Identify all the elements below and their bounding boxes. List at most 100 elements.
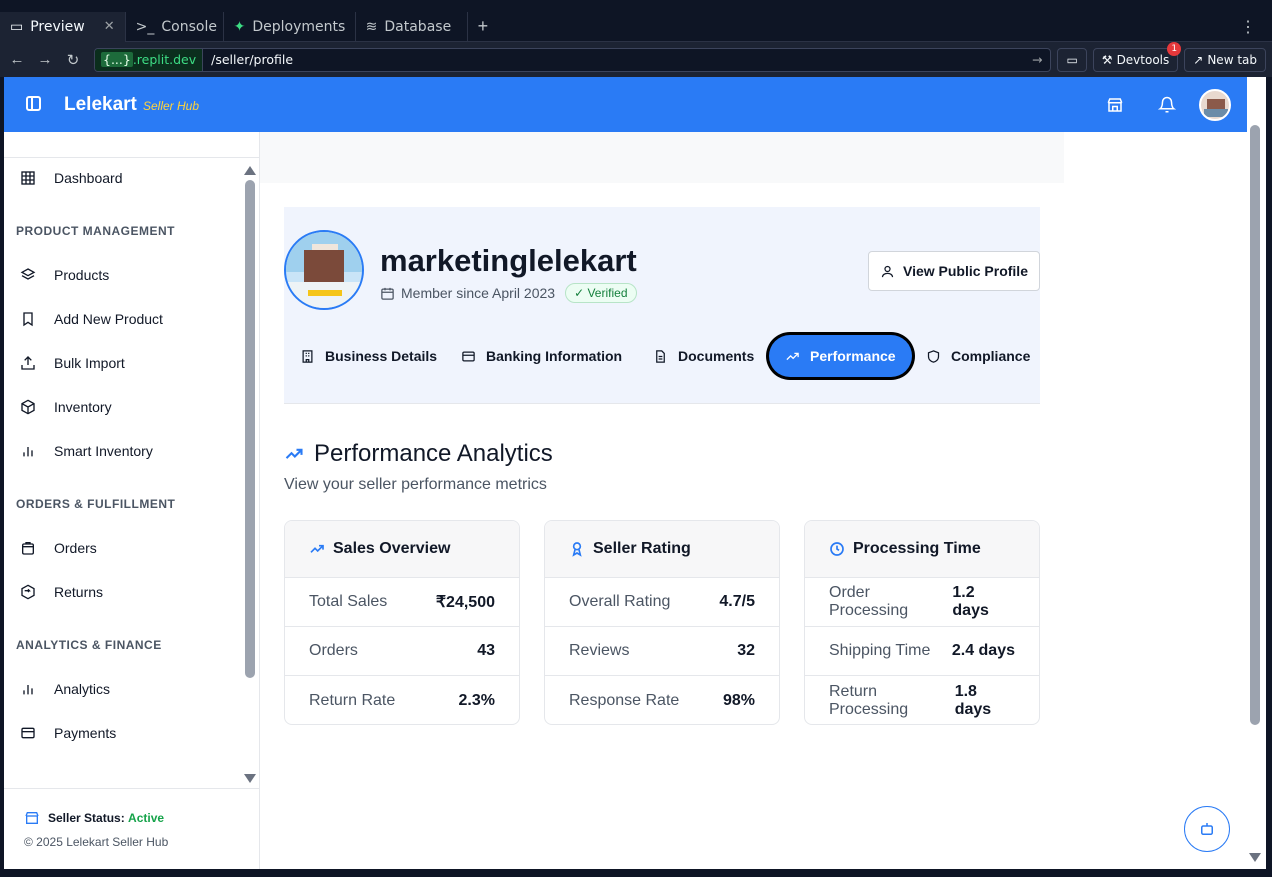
metric-label: Reviews	[569, 642, 630, 659]
card-seller-rating: Seller Rating Overall Rating 4.7/5 Review…	[544, 520, 780, 725]
sidebar-toggle-icon[interactable]	[26, 96, 41, 111]
member-since: Member since April 2023 ✓ Verified	[380, 283, 637, 303]
status-badge: Active	[128, 811, 165, 825]
main-scrollbar[interactable]	[1249, 125, 1261, 865]
metric-value: 32	[737, 642, 755, 659]
sidebar-item-label: Orders	[54, 540, 97, 556]
avatar[interactable]	[1199, 89, 1231, 121]
tab-preview[interactable]: ▭ Preview ✕	[0, 11, 126, 42]
scroll-down-icon[interactable]	[1249, 853, 1261, 862]
kebab-menu-icon[interactable]: ⋮	[1240, 17, 1272, 37]
devtools-button[interactable]: ⚒ Devtools 1	[1092, 41, 1182, 72]
store-icon[interactable]	[1106, 96, 1124, 114]
metric-label: Order Processing	[829, 584, 909, 619]
clock-icon	[830, 542, 844, 556]
tab-label: Business Details	[325, 348, 438, 364]
tab-label: Performance	[810, 348, 896, 364]
tab-database[interactable]: ≋ Database	[356, 11, 468, 42]
box-icon	[21, 399, 35, 415]
sidebar-footer: Seller Status: Active © 2025 Lelekart Se…	[4, 788, 260, 869]
robot-icon	[1201, 823, 1213, 835]
database-icon: ≋	[365, 18, 378, 35]
sidebar-item-label: Analytics	[54, 681, 111, 697]
forward-arrow-icon[interactable]: →	[34, 51, 56, 68]
sidebar-section-title: PRODUCT MANAGEMENT	[16, 224, 175, 238]
new-tab-button[interactable]: ↗ New tab	[1184, 47, 1266, 72]
tab-compliance[interactable]: Compliance	[926, 335, 1030, 377]
sidebar-item-label: Add New Product	[54, 311, 163, 327]
device-preview-button[interactable]: ▭	[1057, 47, 1087, 72]
scroll-up-icon[interactable]	[244, 166, 256, 175]
tab-performance[interactable]: Performance	[769, 335, 912, 377]
wrench-icon: ⚒	[1101, 52, 1113, 67]
sidebar-item-bulk-import[interactable]: Bulk Import	[20, 352, 125, 374]
close-icon[interactable]: ✕	[104, 19, 115, 34]
metric-value: 98%	[722, 691, 755, 709]
sidebar-section-title: ORDERS & FULFILLMENT	[16, 497, 176, 511]
tab-label: Database	[384, 18, 452, 35]
sidebar-item-dashboard[interactable]: Dashboard	[20, 167, 123, 189]
external-link-icon: ↗	[1193, 52, 1204, 67]
verified-label: Verified	[587, 286, 628, 300]
sidebar-item-analytics[interactable]: Analytics	[20, 678, 110, 700]
scroll-thumb[interactable]	[1250, 125, 1260, 725]
reload-icon[interactable]: ↻	[62, 51, 84, 69]
card-header: Seller Rating	[545, 521, 779, 578]
sidebar-scrollbar[interactable]	[244, 162, 256, 783]
layers-icon	[20, 268, 36, 280]
tab-documents[interactable]: Documents	[653, 335, 754, 377]
tab-label: Deployments	[252, 18, 346, 35]
window-top	[0, 0, 1272, 12]
sidebar-divider	[4, 157, 260, 158]
view-public-profile-button[interactable]: View Public Profile	[868, 251, 1040, 291]
add-tab-button[interactable]: +	[468, 16, 499, 37]
scroll-thumb[interactable]	[245, 180, 255, 678]
sidebar-item-label: Dashboard	[54, 170, 123, 186]
metric-row: Overall Rating 4.7/5	[545, 578, 779, 627]
metric-label: Total Sales	[309, 593, 388, 610]
bell-icon[interactable]	[1158, 96, 1176, 114]
tab-deployments[interactable]: ✦ Deployments	[224, 11, 356, 42]
trending-up-icon	[786, 352, 799, 360]
back-arrow-icon[interactable]: ←	[6, 51, 28, 68]
terminal-icon: >_	[135, 18, 155, 35]
card-title: Sales Overview	[333, 540, 451, 557]
tab-console[interactable]: >_ Console	[126, 11, 224, 42]
chatbot-button[interactable]	[1184, 806, 1230, 852]
verified-badge: ✓ Verified	[565, 283, 637, 303]
browser-tabbar: ▭ Preview ✕ >_ Console ✦ Deployments ≋ D…	[0, 11, 1272, 42]
go-arrow-icon[interactable]: →	[1032, 52, 1050, 67]
url-host-domain: .replit.dev	[132, 52, 197, 67]
metric-row: Return Processing 1.8 days	[805, 676, 1039, 724]
card-sales-overview: Sales Overview Total Sales ₹24,500 Orders…	[284, 520, 520, 725]
member-since-text: Member since April 2023	[401, 285, 556, 301]
brand-subtitle: Seller Hub	[143, 99, 200, 113]
card-header: Processing Time	[805, 521, 1039, 578]
url-field[interactable]: {...} .replit.dev /seller/profile →	[94, 47, 1052, 72]
sidebar-item-returns[interactable]: Returns	[20, 581, 103, 603]
sidebar-item-smart-inventory[interactable]: Smart Inventory	[20, 440, 153, 462]
sidebar-item-add-new-product[interactable]: Add New Product	[20, 308, 163, 330]
brand-name[interactable]: Lelekart	[64, 94, 137, 116]
metric-row: Shipping Time 2.4 days	[805, 627, 1039, 676]
calendar-icon	[381, 287, 394, 300]
card-header: Sales Overview	[285, 521, 519, 578]
award-icon	[572, 542, 582, 557]
sidebar-item-products[interactable]: Products	[20, 264, 109, 286]
scroll-down-icon[interactable]	[244, 774, 256, 783]
package-return-icon	[21, 584, 35, 600]
tab-banking-information[interactable]: Banking Information	[461, 335, 622, 377]
metric-label: Return Rate	[309, 691, 396, 709]
sidebar-item-inventory[interactable]: Inventory	[20, 396, 112, 418]
bookmark-icon	[23, 312, 33, 327]
app-header: Lelekart Seller Hub	[4, 77, 1247, 132]
metric-value: 2.3%	[458, 691, 495, 709]
deploy-icon: ✦	[233, 18, 246, 35]
metric-row: Orders 43	[285, 627, 519, 676]
bar-chart-icon	[23, 447, 33, 457]
tab-label: Preview	[30, 18, 85, 35]
tab-business-details[interactable]: Business Details	[300, 335, 437, 377]
sidebar-item-orders[interactable]: Orders	[20, 537, 97, 559]
url-path: /seller/profile	[211, 52, 294, 67]
sidebar-item-payments[interactable]: Payments	[20, 722, 116, 744]
